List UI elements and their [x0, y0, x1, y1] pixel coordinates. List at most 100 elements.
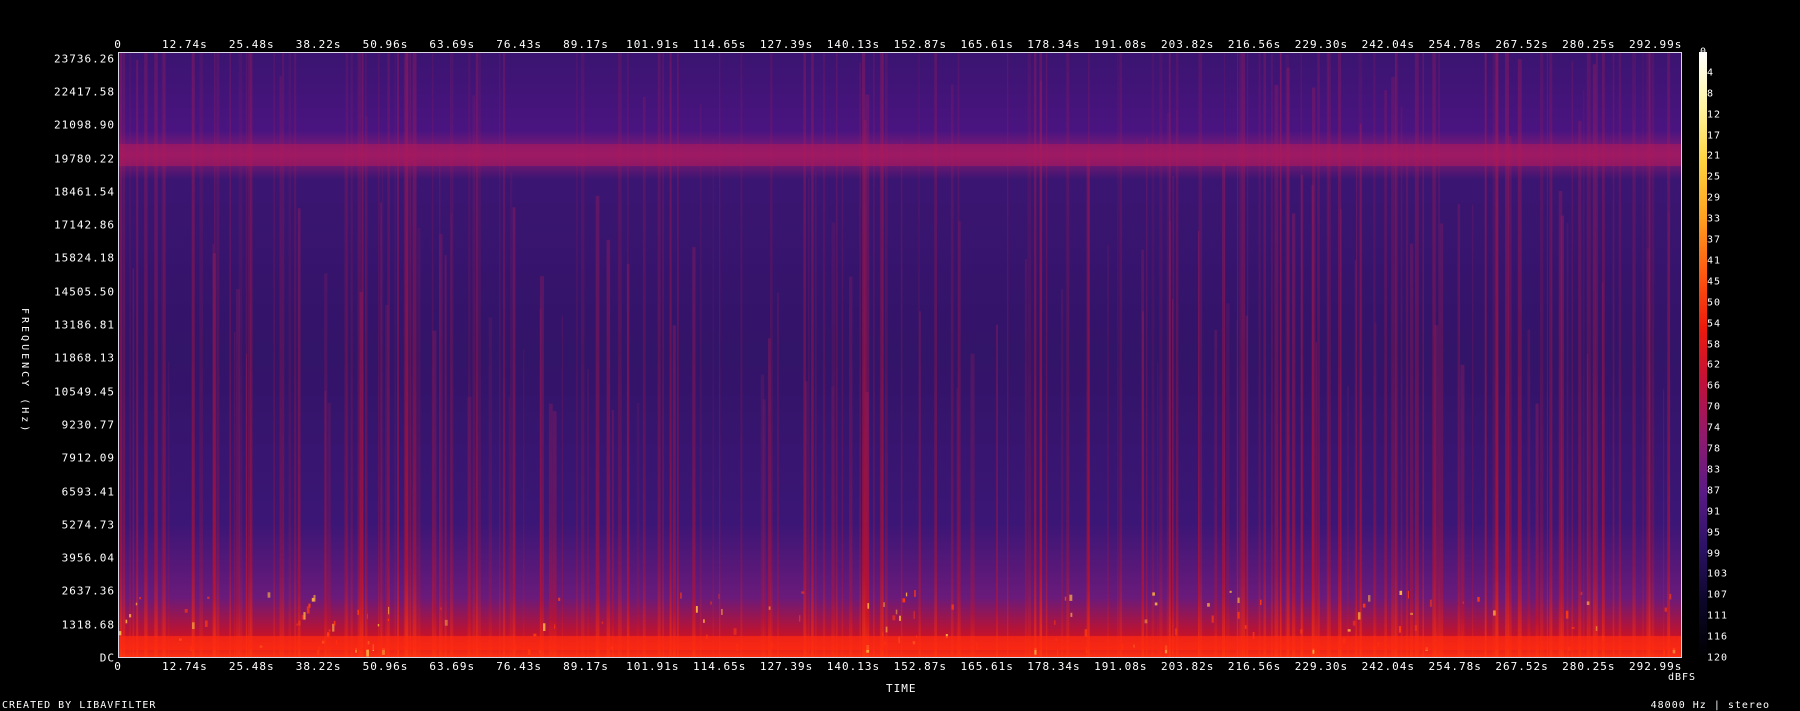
spectrogram-stripe — [900, 138, 903, 658]
spectrogram-speck — [1352, 620, 1356, 626]
spectrogram-speck — [328, 629, 331, 632]
spectrogram-stripe — [1460, 364, 1465, 658]
spectrogram-stripe — [885, 52, 888, 658]
spectrogram-stripe — [1484, 52, 1487, 658]
spectrogram-stripe — [1508, 136, 1512, 658]
x-tick-label: 63.69s — [429, 660, 476, 673]
spectrogram-speck — [1084, 629, 1088, 637]
spectrogram-stripe — [1535, 403, 1539, 658]
spectrogram-stripe — [212, 243, 215, 658]
spectrogram-stripe — [214, 52, 216, 658]
spectrogram-speck — [298, 620, 301, 626]
spectrogram-speck — [1414, 625, 1417, 631]
x-tick-label: 242.04s — [1361, 660, 1415, 673]
spectrogram-stripe — [1646, 52, 1651, 658]
spectrogram-stripe — [918, 52, 920, 658]
colorbar-unit-label: dBFS — [1668, 672, 1697, 683]
spectrogram-stripe — [956, 388, 958, 658]
y-tick-label: 2637.36 — [61, 584, 115, 598]
spectrogram-stripe — [431, 52, 434, 658]
x-tick-label: 229.30s — [1294, 38, 1349, 51]
spectrogram-stripe — [1663, 389, 1665, 658]
spectrogram-speck — [1493, 610, 1496, 616]
spectrogram-stripe — [129, 52, 131, 658]
spectrogram-stripe — [1045, 52, 1048, 658]
spectrogram-speck — [1154, 602, 1158, 606]
spectrogram-stripe — [1226, 303, 1230, 658]
spectrogram-stripe — [1175, 52, 1179, 658]
spectrogram-speck — [1368, 595, 1371, 602]
x-tick-label: 50.96s — [362, 38, 409, 51]
footer-sample-info: 48000 Hz | stereo — [1650, 700, 1770, 711]
spectrogram-speck — [883, 602, 885, 607]
x-tick-label: 165.61s — [960, 38, 1014, 51]
x-tick-label: 191.08s — [1094, 660, 1148, 673]
spectrogram-stripe — [777, 292, 779, 658]
spectrogram-stripe — [1494, 52, 1498, 658]
spectrogram-stripe — [1439, 223, 1444, 658]
spectrogram-speck — [867, 603, 870, 609]
spectrogram-speck — [539, 649, 541, 653]
spectrogram-speck — [703, 619, 705, 623]
spectrogram-stripe — [439, 233, 443, 658]
x-axis-label: TIME — [886, 682, 917, 695]
spectrogram-stripe — [1241, 52, 1246, 658]
spectrogram-stripe — [835, 52, 838, 658]
spectrogram-stripe — [1384, 90, 1387, 658]
spectrogram-stripe — [1338, 52, 1342, 658]
spectrogram-speck — [799, 615, 801, 622]
spectrogram-speck — [951, 604, 954, 610]
spectrogram-speck — [1595, 626, 1598, 631]
x-tick-label: 12.74s — [161, 38, 208, 51]
x-tick-label: 127.39s — [759, 38, 814, 51]
x-tick-label: 114.65s — [693, 660, 747, 673]
y-tick-label: DC — [99, 651, 115, 665]
spectrogram-stripe — [1414, 52, 1419, 658]
y-tick-label: 18461.54 — [54, 185, 115, 199]
spectrogram-stripe — [450, 212, 453, 658]
spectrogram-stripe — [1258, 52, 1261, 658]
spectrogram-stripe — [154, 52, 158, 658]
spectrogram-stripe — [657, 52, 661, 658]
y-tick-label: 15824.18 — [54, 251, 115, 265]
spectrogram-speck — [139, 597, 142, 600]
spectrogram-stripe — [1198, 230, 1200, 658]
spectrogram-stripe — [1422, 52, 1424, 658]
spectrogram-speck — [1070, 612, 1073, 617]
y-tick-label: 23736.26 — [54, 52, 115, 66]
spectrogram-stripe — [1039, 52, 1041, 658]
spectrogram-stripe — [472, 95, 476, 658]
spectrogram-stripe — [122, 52, 126, 658]
spectrogram-stripe — [1356, 158, 1358, 658]
x-tick-label: 203.82s — [1161, 38, 1215, 51]
spectrogram-speck — [885, 626, 888, 633]
spectrogram-stripe — [1492, 52, 1495, 658]
x-tick-label: 12.74s — [161, 660, 208, 673]
x-tick-label: 178.34s — [1027, 38, 1081, 51]
spectrogram-stripe — [1633, 119, 1635, 658]
low-frequency-band — [118, 636, 1682, 650]
spectrogram-speck — [118, 631, 122, 636]
x-tick-label: 254.78s — [1428, 38, 1482, 51]
x-tick-label: 152.87s — [893, 660, 947, 673]
spectrogram-speck — [1300, 629, 1303, 634]
spectrogram-stripe — [191, 52, 195, 658]
spectrogram-stripe — [508, 397, 511, 658]
spectrogram-stripe — [1566, 223, 1569, 658]
spectrogram-stripe — [1327, 52, 1331, 658]
spectrogram-stripe — [1546, 52, 1548, 658]
spectrogram-stripe — [1472, 204, 1474, 658]
x-tick-label: 280.25s — [1562, 660, 1616, 673]
spectrogram-stripe — [1315, 342, 1317, 658]
spectrogram-speck — [680, 592, 682, 599]
spectrogram-stripe — [1595, 52, 1598, 658]
spectrogram-stripe — [831, 386, 835, 658]
spectrogram-stripe — [199, 52, 203, 658]
spectrogram-stripe — [1410, 243, 1414, 658]
spectrogram-stripe — [1274, 85, 1279, 658]
spectrogram-stripe — [344, 155, 347, 658]
spectrogram-stripe — [327, 402, 331, 658]
spectrogram-speck — [205, 620, 208, 627]
spectrogram-stripe — [1601, 282, 1604, 658]
spectrogram-speck — [388, 606, 390, 615]
